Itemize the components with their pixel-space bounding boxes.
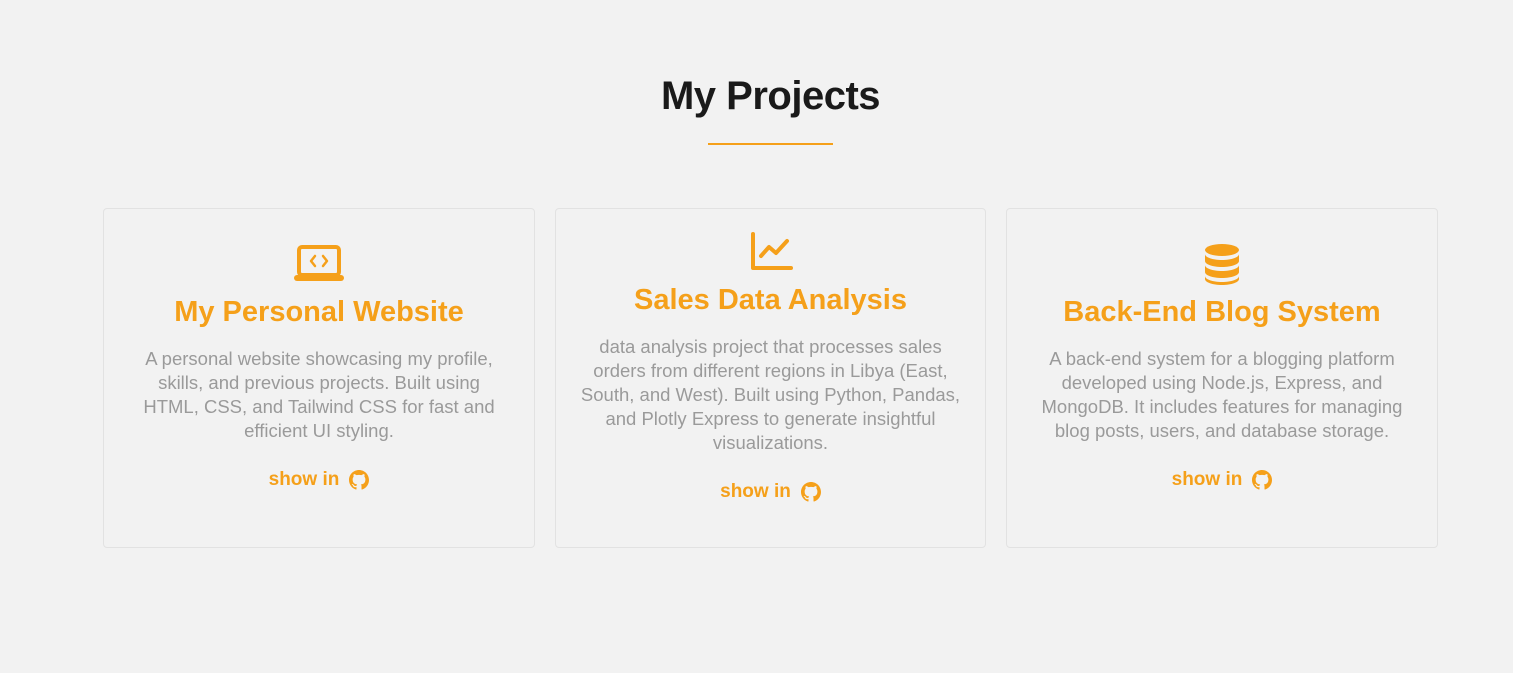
- project-description: A personal website showcasing my profile…: [143, 347, 495, 441]
- project-card-blog-system: Back-End Blog System A back-end system f…: [1006, 208, 1438, 548]
- link-label: show in: [720, 480, 791, 502]
- laptop-code-icon: [293, 242, 345, 286]
- link-label: show in: [268, 468, 340, 490]
- database-icon: [1196, 242, 1248, 286]
- link-label: show in: [1171, 468, 1243, 490]
- show-in-github-link[interactable]: show in: [720, 481, 821, 503]
- title-underline: [708, 143, 833, 145]
- project-card-personal-website: My Personal Website A personal website s…: [103, 208, 535, 548]
- chart-line-icon: [745, 230, 797, 274]
- project-title: Sales Data Analysis: [634, 283, 907, 316]
- github-icon: [349, 469, 370, 490]
- section-title: My Projects: [660, 74, 881, 118]
- project-title: Back-End Blog System: [1063, 295, 1381, 328]
- project-card-sales-data-analysis: Sales Data Analysis data analysis projec…: [555, 208, 986, 548]
- projects-section: My Projects My Personal Website A person…: [0, 0, 1513, 673]
- github-icon: [1252, 469, 1273, 490]
- project-title: My Personal Website: [174, 295, 464, 328]
- show-in-github-link[interactable]: show in: [1172, 469, 1273, 491]
- project-description: A back-end system for a blogging platfor…: [1041, 347, 1403, 441]
- project-description: data analysis project that processes sal…: [580, 335, 961, 453]
- show-in-github-link[interactable]: show in: [269, 469, 370, 491]
- project-cards: My Personal Website A personal website s…: [103, 208, 1438, 548]
- github-icon: [800, 481, 821, 502]
